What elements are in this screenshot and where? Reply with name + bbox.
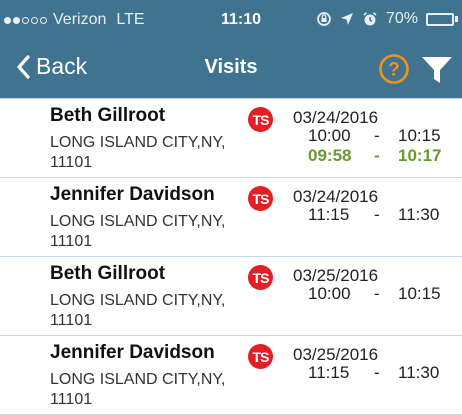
status-right: 70% [316, 10, 458, 28]
client-name: Jennifer Davidson [50, 184, 215, 205]
help-button[interactable]: ? [378, 53, 410, 85]
scheduled-start: 11:15 [308, 205, 350, 224]
visits-list: Beth Gillroot LONG ISLAND CITY,NY, 11101… [0, 98, 462, 415]
visit-times: 10:00 - 10:15 [303, 284, 449, 304]
client-name: Beth Gillroot [50, 263, 166, 284]
question-circle-icon: ? [379, 54, 409, 84]
client-address: LONG ISLAND CITY,NY, 11101 [50, 213, 226, 250]
alarm-icon [363, 12, 377, 26]
filter-button[interactable] [420, 54, 454, 86]
scheduled-start: 10:00 [308, 126, 351, 145]
ts-badge-icon: TS [248, 107, 273, 132]
navigation-bar: Back Visits ? [0, 40, 462, 98]
actual-start: 09:58 [308, 146, 352, 165]
scheduled-end: 11:30 [398, 205, 440, 224]
battery-percent: 70% [385, 10, 418, 27]
scheduled-start: 11:15 [308, 363, 350, 382]
time-separator: - [374, 126, 380, 145]
visit-row[interactable]: Beth Gillroot LONG ISLAND CITY,NY, 11101… [0, 98, 462, 178]
ts-badge-icon: TS [248, 344, 273, 369]
signal-dots-icon [4, 16, 47, 24]
network-type: LTE [116, 11, 145, 28]
client-name: Jennifer Davidson [50, 342, 215, 363]
visit-date: 03/25/2016 [293, 266, 379, 285]
actual-time: 09:58 - 10:17 [303, 146, 449, 166]
battery-icon [426, 12, 458, 26]
ts-badge-icon: TS [248, 265, 273, 290]
client-address: LONG ISLAND CITY,NY, 11101 [50, 292, 226, 329]
carrier-name: Verizon [53, 11, 107, 28]
status-bar: Verizon LTE 11:10 70% [0, 0, 462, 40]
scheduled-end: 10:15 [398, 284, 441, 303]
scheduled-time: 11:15 - 11:30 [303, 363, 449, 383]
visit-row[interactable]: Jennifer Davidson LONG ISLAND CITY,NY, 1… [0, 336, 462, 415]
location-arrow-icon [340, 13, 353, 25]
scheduled-start: 10:00 [308, 284, 351, 303]
visit-date: 03/24/2016 [293, 108, 379, 127]
client-address: LONG ISLAND CITY,NY, 11101 [50, 371, 226, 408]
filter-funnel-icon [422, 57, 452, 83]
actual-end: 10:17 [398, 146, 442, 165]
visit-date: 03/25/2016 [293, 345, 379, 364]
svg-text:?: ? [388, 60, 400, 81]
visit-times: 11:15 - 11:30 [303, 363, 449, 383]
status-time: 11:10 [221, 11, 262, 28]
visit-row[interactable]: Jennifer Davidson LONG ISLAND CITY,NY, 1… [0, 178, 462, 257]
client-address: LONG ISLAND CITY,NY, 11101 [50, 134, 226, 171]
visit-row[interactable]: Beth Gillroot LONG ISLAND CITY,NY, 11101… [0, 257, 462, 336]
visit-times: 10:00 - 10:15 09:58 - 10:17 [303, 126, 449, 166]
time-separator: - [374, 146, 380, 165]
scheduled-time: 10:00 - 10:15 [303, 126, 449, 146]
client-name: Beth Gillroot [50, 105, 166, 126]
scheduled-time: 11:15 - 11:30 [303, 205, 449, 225]
orientation-lock-icon [317, 12, 331, 26]
scheduled-time: 10:00 - 10:15 [303, 284, 449, 304]
visit-times: 11:15 - 11:30 [303, 205, 449, 225]
time-separator: - [374, 284, 380, 303]
scheduled-end: 11:30 [398, 363, 440, 382]
visit-date: 03/24/2016 [293, 187, 379, 206]
ts-badge-icon: TS [248, 186, 273, 211]
time-separator: - [374, 363, 380, 382]
status-left: Verizon LTE [4, 11, 145, 29]
scheduled-end: 10:15 [398, 126, 441, 145]
time-separator: - [374, 205, 380, 224]
